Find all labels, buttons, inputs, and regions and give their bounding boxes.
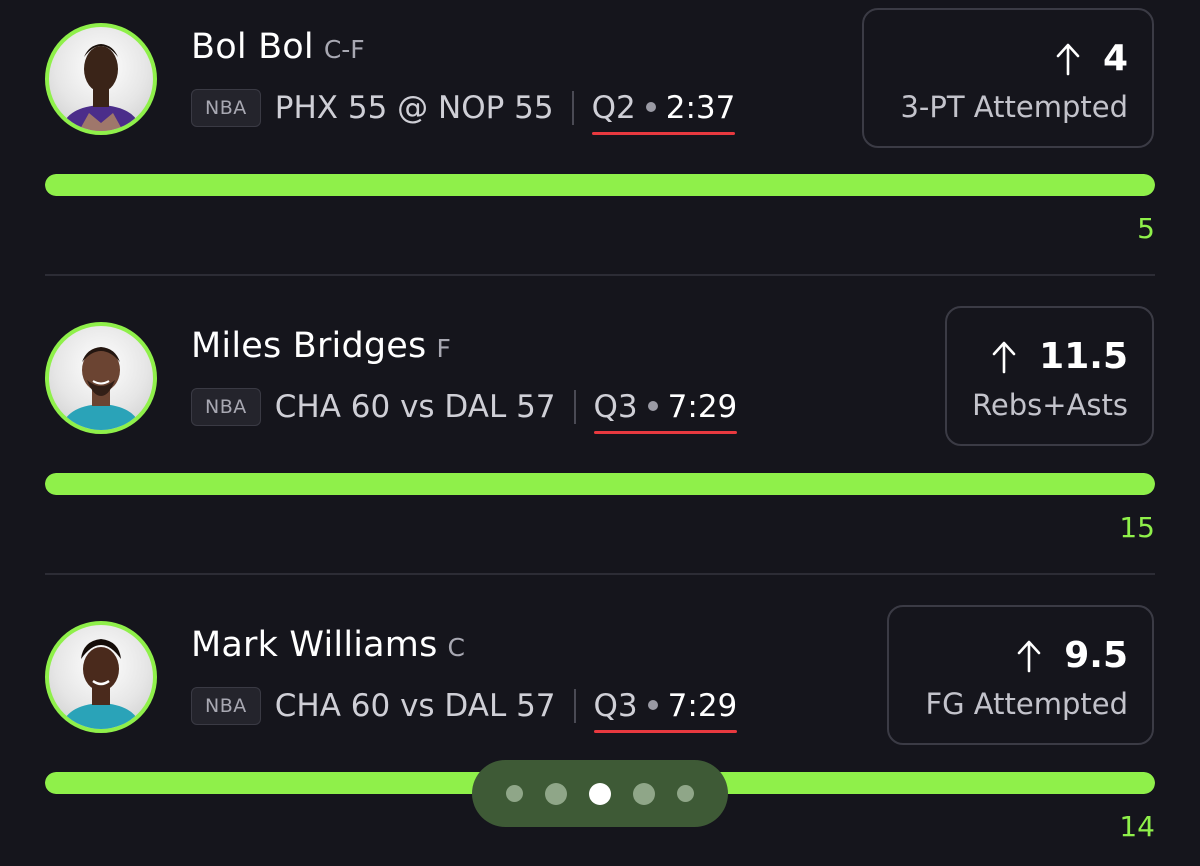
player-headshot-icon bbox=[61, 44, 141, 131]
pager-dot[interactable] bbox=[545, 782, 567, 805]
player-avatar bbox=[45, 621, 157, 733]
game-time: 7:29 bbox=[667, 389, 738, 425]
league-badge: NBA bbox=[191, 89, 261, 127]
player-name-line: Miles Bridges F bbox=[191, 326, 451, 366]
player-name-line: Mark Williams C bbox=[191, 625, 465, 665]
pager-dot-active[interactable] bbox=[589, 782, 611, 805]
game-info: NBA CHA 60 vs DAL 57 Q3 7:29 bbox=[191, 686, 738, 733]
divider bbox=[573, 390, 576, 424]
pager-dot[interactable] bbox=[677, 785, 694, 802]
prop-line-box[interactable]: 11.5 Rebs+Asts bbox=[945, 306, 1154, 446]
current-stat-value: 5 bbox=[1137, 212, 1155, 245]
arrow-up-icon bbox=[1017, 640, 1041, 672]
game-matchup: CHA 60 vs DAL 57 bbox=[274, 389, 556, 425]
separator-dot bbox=[645, 102, 656, 112]
progress-bar bbox=[45, 174, 1155, 196]
arrow-up-icon bbox=[992, 341, 1016, 373]
separator-dot bbox=[647, 700, 658, 710]
game-period: Q2 bbox=[591, 90, 636, 126]
game-info: NBA PHX 55 @ NOP 55 Q2 2:37 bbox=[191, 88, 736, 135]
game-info: NBA CHA 60 vs DAL 57 Q3 7:29 bbox=[191, 387, 738, 434]
player-avatar bbox=[45, 322, 157, 434]
prop-line-value: 4 bbox=[1102, 38, 1128, 79]
prop-line: 11.5 bbox=[991, 336, 1128, 377]
game-clock: Q2 2:37 bbox=[591, 90, 736, 135]
player-avatar bbox=[45, 23, 157, 135]
current-stat-value: 14 bbox=[1119, 810, 1155, 843]
card-divider bbox=[45, 573, 1155, 575]
player-headshot-icon bbox=[61, 639, 141, 729]
progress-bar bbox=[45, 473, 1155, 495]
game-time: 7:29 bbox=[667, 688, 738, 724]
live-underline bbox=[593, 431, 738, 434]
prop-line-value: 9.5 bbox=[1064, 635, 1128, 676]
arrow-up-icon bbox=[1056, 43, 1080, 75]
prop-stat-label: FG Attempted bbox=[925, 687, 1128, 721]
player-position: F bbox=[436, 334, 451, 363]
divider bbox=[571, 91, 574, 125]
prop-line-box[interactable]: 9.5 FG Attempted bbox=[887, 605, 1154, 745]
prop-line-value: 11.5 bbox=[1039, 336, 1128, 377]
player-name: Bol Bol bbox=[191, 27, 314, 67]
player-name-line: Bol Bol C-F bbox=[191, 27, 365, 67]
game-matchup: PHX 55 @ NOP 55 bbox=[274, 90, 554, 126]
league-badge: NBA bbox=[191, 388, 261, 426]
game-matchup: CHA 60 vs DAL 57 bbox=[274, 688, 556, 724]
page-indicator[interactable] bbox=[472, 760, 728, 827]
pager-dot[interactable] bbox=[506, 785, 523, 802]
progress-fill bbox=[45, 473, 1155, 495]
game-clock: Q3 7:29 bbox=[593, 688, 738, 733]
prop-line-box[interactable]: 4 3-PT Attempted bbox=[862, 8, 1154, 148]
current-stat-value: 15 bbox=[1119, 511, 1155, 544]
league-badge: NBA bbox=[191, 687, 261, 725]
game-time: 2:37 bbox=[665, 90, 736, 126]
live-underline bbox=[591, 132, 736, 135]
pager-dot[interactable] bbox=[633, 782, 655, 805]
player-name: Miles Bridges bbox=[191, 326, 427, 366]
prop-stat-label: Rebs+Asts bbox=[972, 388, 1128, 422]
progress-fill bbox=[45, 174, 1155, 196]
game-clock: Q3 7:29 bbox=[593, 389, 738, 434]
separator-dot bbox=[647, 401, 658, 411]
game-period: Q3 bbox=[593, 688, 638, 724]
player-headshot-icon bbox=[61, 347, 141, 430]
divider bbox=[573, 689, 576, 723]
player-position: C bbox=[447, 633, 466, 662]
card-divider bbox=[45, 274, 1155, 276]
prop-line: 4 bbox=[1055, 38, 1128, 79]
prop-line: 9.5 bbox=[1016, 635, 1128, 676]
prop-stat-label: 3-PT Attempted bbox=[900, 90, 1128, 124]
live-underline bbox=[593, 730, 738, 733]
player-position: C-F bbox=[323, 35, 365, 64]
player-name: Mark Williams bbox=[191, 625, 438, 665]
game-period: Q3 bbox=[593, 389, 638, 425]
